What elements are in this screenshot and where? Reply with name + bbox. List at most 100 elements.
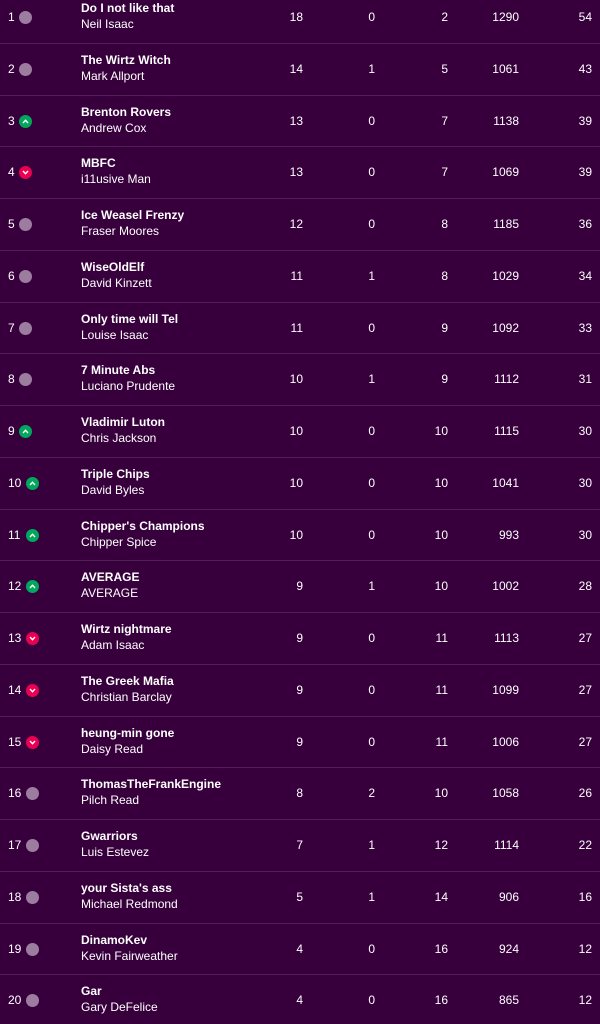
wins-value: 18	[289, 10, 303, 24]
team-name[interactable]: The Greek Mafia	[81, 674, 174, 689]
team-name[interactable]: heung-min gone	[81, 726, 174, 741]
draws-value: 0	[368, 475, 375, 490]
team-cell: The Greek Mafia Christian Barclay	[81, 674, 174, 705]
team-cell: Chipper's Champions Chipper Spice	[81, 519, 205, 550]
team-name[interactable]: The Wirtz Witch	[81, 53, 171, 68]
draws-value: 1	[368, 838, 375, 852]
points-value: 12	[578, 993, 592, 1008]
wins-value: 4	[296, 941, 303, 956]
table-row[interactable]: 9 Vladimir Luton Chris Jackson 10 0 10 1115 30	[0, 406, 600, 458]
wins-value: 9	[296, 734, 303, 749]
rank-number: 16	[8, 786, 22, 801]
manager-name: Christian Barclay	[81, 689, 172, 704]
team-name[interactable]: ThomasTheFrankEngine	[81, 777, 221, 792]
draws-value: 0	[368, 941, 375, 956]
points-value: 54	[578, 10, 592, 24]
rank-up-icon	[26, 528, 39, 542]
team-name[interactable]: Chipper's Champions	[81, 519, 205, 534]
rank-down-icon	[19, 166, 32, 180]
team-name[interactable]: your Sista's ass	[81, 881, 178, 896]
rank-unchanged-icon	[26, 839, 39, 852]
table-row[interactable]: 5 Ice Weasel Frenzy Fraser Moores 12 0 8 1185 3…	[0, 199, 600, 251]
points-value: 30	[578, 527, 592, 542]
manager-name: David Kinzett	[81, 275, 152, 290]
team-cell: Ice Weasel Frenzy Fraser Moores	[81, 208, 184, 239]
table-row[interactable]: 1 Do I not like that Neil Isaac 18 0 2 1290 54	[0, 0, 600, 44]
points-for-value: 1113	[494, 631, 519, 645]
table-row[interactable]: 20 Gar Gary DeFelice 4 0 16 865 12	[0, 975, 600, 1024]
points-value: 28	[578, 579, 592, 594]
rank-unchanged-icon	[19, 11, 32, 24]
table-row[interactable]: 13 Wirtz nightmare Adam Isaac 9 0 11 1113 27	[0, 613, 600, 665]
losses-value: 5	[441, 61, 448, 76]
team-name[interactable]: Gwarriors	[81, 829, 149, 844]
team-name[interactable]: Triple Chips	[81, 467, 150, 482]
team-cell: Gwarriors Luis Estevez	[81, 829, 149, 860]
team-name[interactable]: 7 Minute Abs	[81, 363, 175, 378]
table-row[interactable]: 18 your Sista's ass Michael Redmond 5 1 14 906…	[0, 872, 600, 924]
manager-name: Daisy Read	[81, 741, 144, 756]
wins-value: 12	[289, 217, 303, 231]
draws-value: 0	[368, 10, 375, 24]
manager-name: Neil Isaac	[81, 17, 134, 31]
losses-value: 11	[435, 682, 448, 697]
team-name[interactable]: Brenton Rovers	[81, 105, 171, 120]
table-row[interactable]: 3 Brenton Rovers Andrew Cox 13 0 7 1138 39	[0, 96, 600, 148]
rank-unchanged-icon	[26, 787, 39, 801]
points-for-value: 1115	[494, 424, 519, 438]
draws-value: 1	[368, 579, 375, 594]
team-name[interactable]: Ice Weasel Frenzy	[81, 208, 184, 223]
points-for-value: 1029	[492, 268, 519, 283]
points-for-value: 924	[498, 941, 519, 956]
table-row[interactable]: 11 Chipper's Champions Chipper Spice 10 0 10 9…	[0, 510, 600, 562]
team-name[interactable]: WiseOldElf	[81, 260, 152, 275]
losses-value: 7	[441, 165, 448, 180]
table-row[interactable]: 4 MBFC i11usive Man 13 0 7 1069 39	[0, 147, 600, 199]
table-row[interactable]: 15 heung-min gone Daisy Read 9 0 11 1006 27	[0, 717, 600, 769]
team-name[interactable]: DinamoKev	[81, 933, 178, 948]
table-row[interactable]: 12 AVERAGE AVERAGE 9 1 10 1002 28	[0, 561, 600, 613]
table-row[interactable]: 17 Gwarriors Luis Estevez 7 1 12 1114 22	[0, 820, 600, 872]
manager-name: David Byles	[81, 482, 145, 497]
points-value: 33	[578, 320, 592, 335]
table-row[interactable]: 6 WiseOldElf David Kinzett 11 1 8 1029 34	[0, 251, 600, 303]
team-name[interactable]: AVERAGE	[81, 570, 139, 585]
draws-value: 0	[368, 165, 375, 180]
wins-value: 11	[290, 268, 303, 283]
points-for-value: 1006	[492, 734, 519, 749]
team-name[interactable]: Only time will Tel	[81, 312, 178, 327]
team-name[interactable]: MBFC	[81, 156, 151, 171]
table-row[interactable]: 8 7 Minute Abs Luciano Prudente 10 1 9 1112 31	[0, 354, 600, 406]
wins-value: 13	[289, 165, 303, 180]
wins-value: 5	[296, 889, 303, 904]
points-for-value: 1138	[493, 113, 519, 128]
points-value: 16	[578, 889, 592, 904]
manager-name: Pilch Read	[81, 793, 140, 808]
table-row[interactable]: 19 DinamoKev Kevin Fairweather 4 0 16 924 12	[0, 924, 600, 976]
team-name[interactable]: Vladimir Luton	[81, 415, 165, 430]
rank-number: 10	[8, 475, 22, 490]
draws-value: 0	[368, 320, 375, 335]
rank-number: 19	[8, 941, 22, 956]
table-row[interactable]: 2 The Wirtz Witch Mark Allport 14 1 5 1061 43	[0, 44, 600, 96]
wins-value: 7	[296, 838, 303, 852]
rank-unchanged-icon	[19, 269, 32, 283]
draws-value: 0	[368, 734, 375, 749]
team-name[interactable]: Gar	[81, 984, 158, 999]
table-row[interactable]: 16 ThomasTheFrankEngine Pilch Read 8 2 10 1058…	[0, 768, 600, 820]
draws-value: 0	[368, 527, 375, 542]
table-row[interactable]: 7 Only time will Tel Louise Isaac 11 0 9 1092 3…	[0, 303, 600, 355]
rank-down-icon	[26, 735, 39, 749]
team-cell: Only time will Tel Louise Isaac	[81, 312, 178, 343]
team-cell: AVERAGE AVERAGE	[81, 570, 139, 601]
team-name[interactable]: Wirtz nightmare	[81, 622, 172, 637]
team-cell: Do I not like that Neil Isaac	[81, 1, 174, 32]
team-name[interactable]: Do I not like that	[81, 1, 174, 16]
rank-number: 5	[8, 217, 15, 231]
table-row[interactable]: 14 The Greek Mafia Christian Barclay 9 0 11 10…	[0, 665, 600, 717]
draws-value: 1	[368, 268, 375, 283]
points-for-value: 1002	[492, 579, 519, 594]
rank-up-icon	[26, 476, 39, 490]
team-cell: your Sista's ass Michael Redmond	[81, 881, 178, 912]
table-row[interactable]: 10 Triple Chips David Byles 10 0 10 1041 30	[0, 458, 600, 510]
